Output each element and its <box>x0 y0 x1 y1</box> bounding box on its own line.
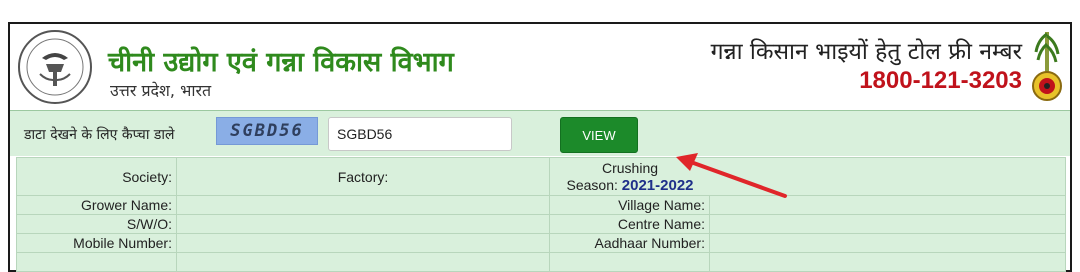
captcha-label: डाटा देखने के लिए कैप्चा डाले <box>24 127 175 143</box>
factory-label: Factory: <box>176 157 550 196</box>
department-title: चीनी उद्योग एवं गन्ना विकास विभाग <box>108 47 454 78</box>
empty-cell <box>709 252 1066 272</box>
village-name-value <box>709 195 1066 215</box>
aadhaar-value <box>709 233 1066 253</box>
table-row: Mobile Number: Aadhaar Number: <box>16 233 1066 253</box>
table-row: S/W/O: Centre Name: <box>16 214 1066 234</box>
mobile-value <box>176 233 550 253</box>
empty-cell <box>549 252 710 272</box>
portal-frame: चीनी उद्योग एवं गन्ना विकास विभाग उत्तर … <box>8 22 1072 272</box>
aadhaar-label: Aadhaar Number: <box>549 233 710 253</box>
captcha-input[interactable] <box>328 117 512 151</box>
swo-label: S/W/O: <box>16 214 177 234</box>
grower-name-value <box>176 195 550 215</box>
empty-cell <box>16 252 177 272</box>
grower-info-table: Society: Factory: Crushing Season: 2021-… <box>16 157 1066 272</box>
season-cell: Crushing Season: 2021-2022 <box>549 157 1066 196</box>
header: चीनी उद्योग एवं गन्ना विकास विभाग उत्तर … <box>10 24 1070 110</box>
tollfree-number: 1800-121-3203 <box>859 67 1022 94</box>
mobile-label: Mobile Number: <box>16 233 177 253</box>
table-row <box>16 252 1066 272</box>
centre-name-label: Centre Name: <box>549 214 710 234</box>
sugarcane-logo-icon <box>1032 32 1062 101</box>
captcha-bar: डाटा देखने के लिए कैप्चा डाले SGBD56 VIE… <box>10 110 1070 156</box>
village-name-label: Village Name: <box>549 195 710 215</box>
view-button[interactable]: VIEW <box>560 117 638 153</box>
tollfree-label: गन्ना किसान भाइयों हेतु टोल फ्री नम्बर <box>710 39 1022 65</box>
crushing-label: Crushing <box>601 159 659 176</box>
season-value: 2021-2022 <box>621 176 694 194</box>
season-label: Season: <box>566 176 618 193</box>
captcha-image: SGBD56 <box>216 117 318 145</box>
swo-value <box>176 214 550 234</box>
society-label: Society: <box>16 157 177 196</box>
centre-name-value <box>709 214 1066 234</box>
empty-cell <box>176 252 550 272</box>
table-row: Grower Name: Village Name: <box>16 195 1066 215</box>
table-row: Society: Factory: Crushing Season: 2021-… <box>16 157 1066 196</box>
department-subtitle: उत्तर प्रदेश, भारत <box>110 81 212 100</box>
up-state-emblem-icon <box>18 30 92 104</box>
grower-name-label: Grower Name: <box>16 195 177 215</box>
